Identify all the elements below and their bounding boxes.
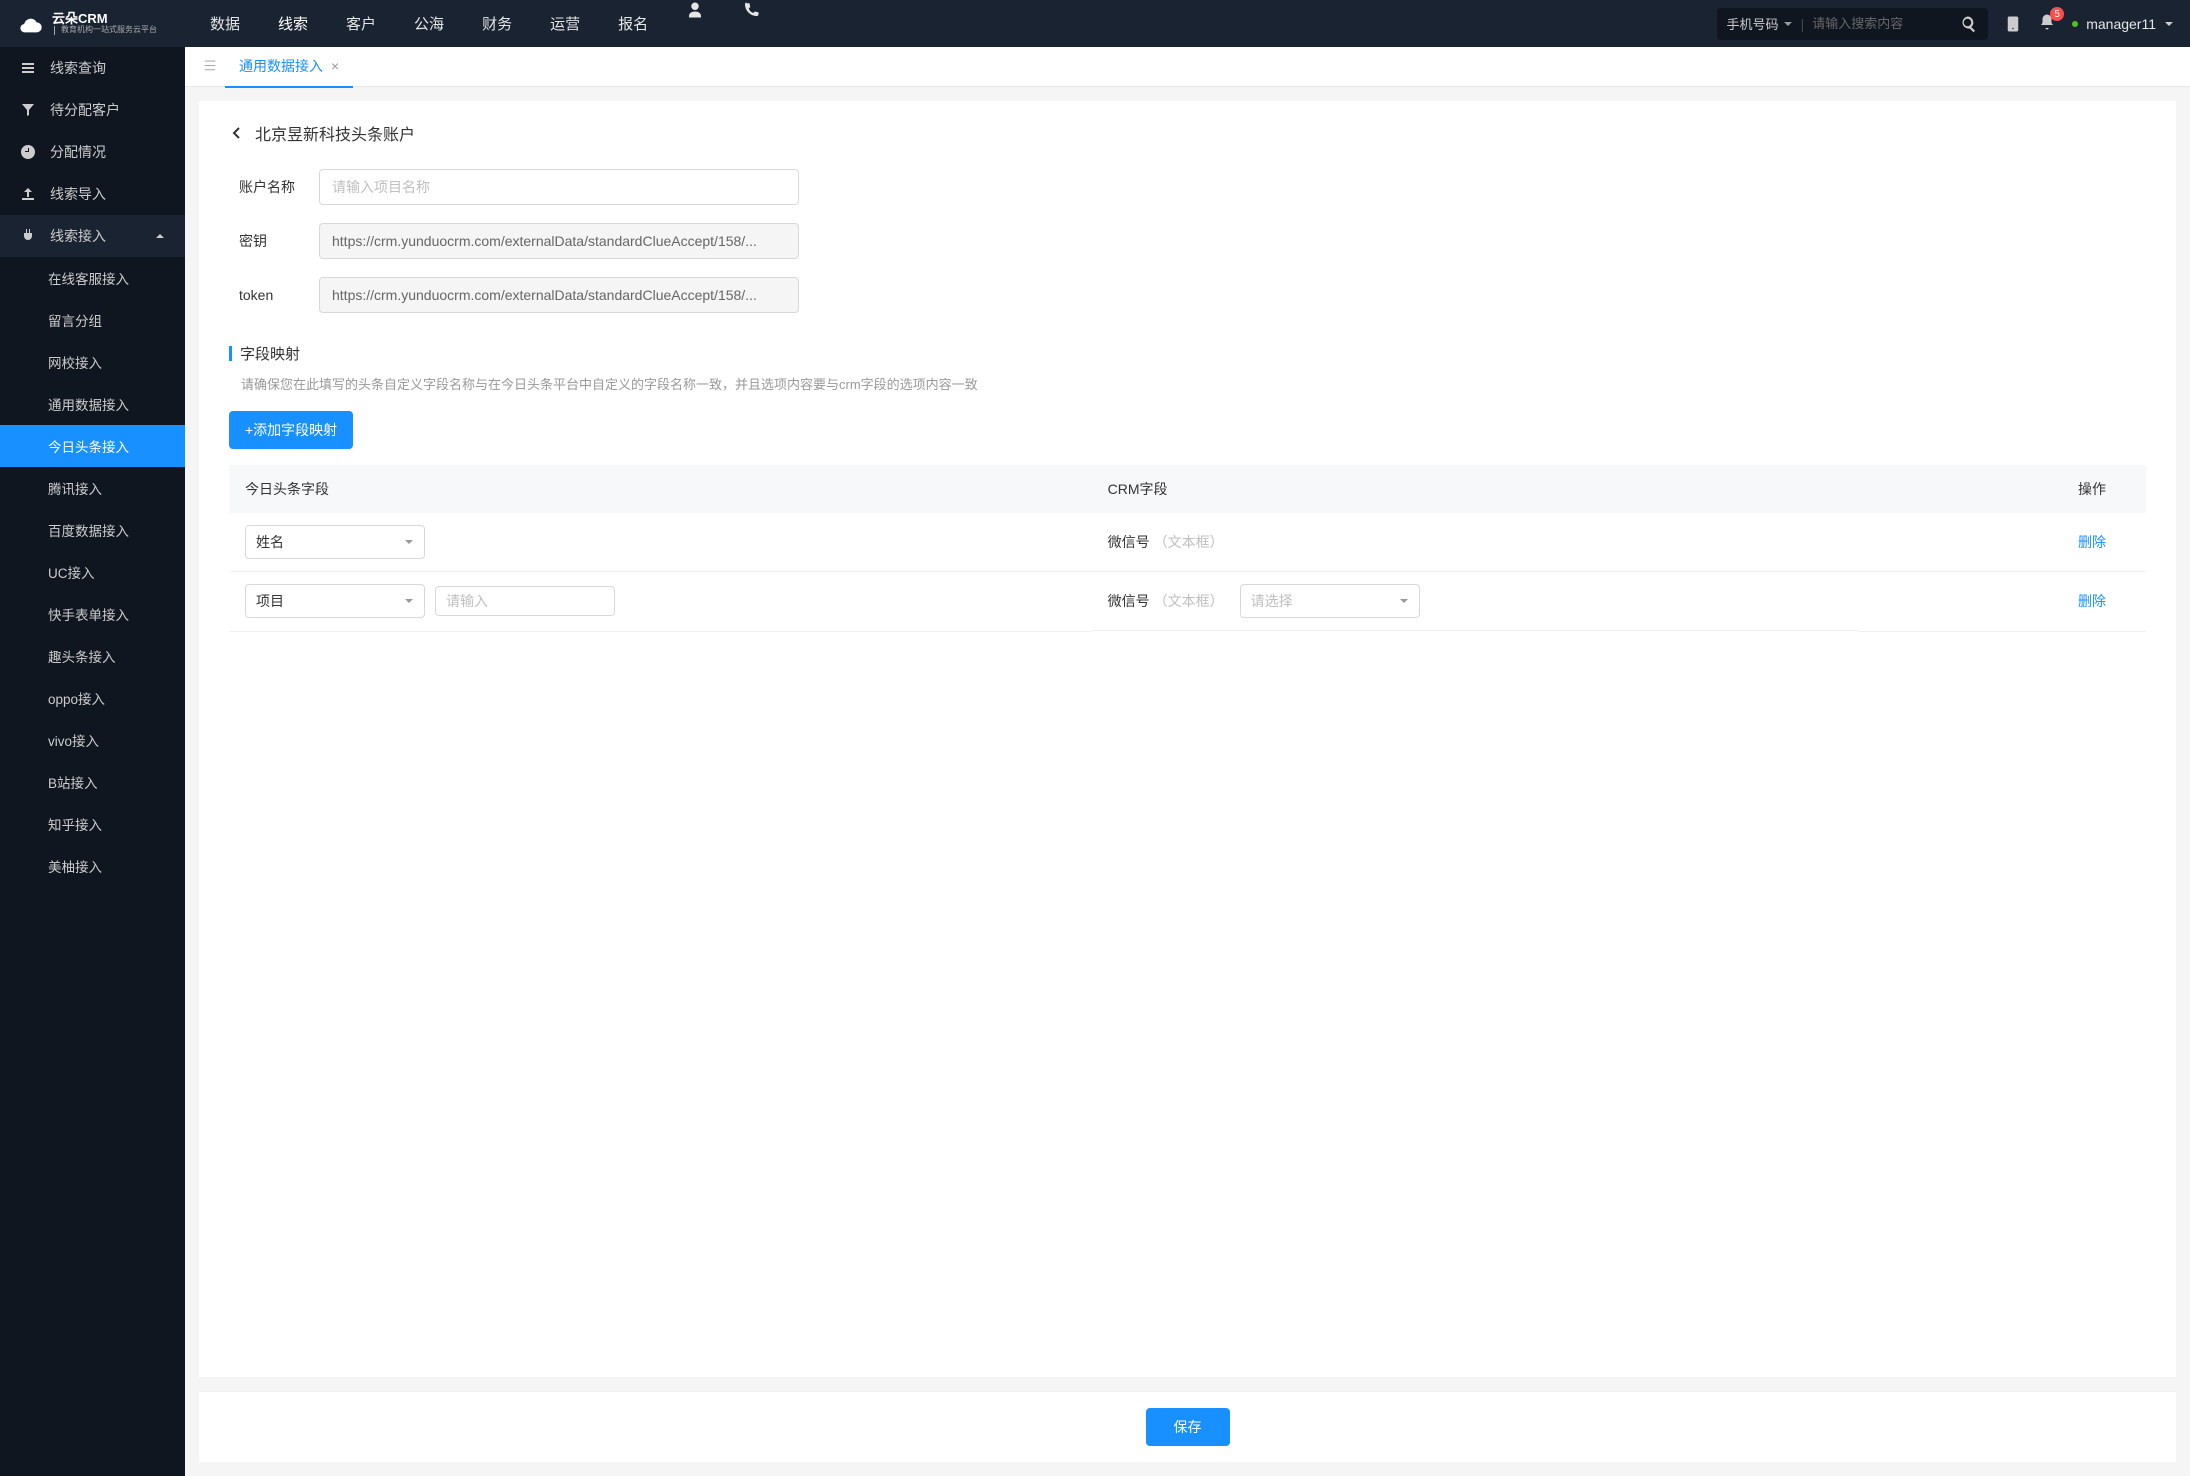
nav-data[interactable]: 数据: [210, 1, 240, 46]
sidebar-item-sub[interactable]: oppo接入: [0, 677, 185, 719]
main-area: 通用数据接入 × 北京昱新科技头条账户 账户名称 密钥 to: [185, 47, 2190, 1476]
clock-icon: [20, 144, 36, 160]
filter-icon: [20, 102, 36, 118]
crm-field-display: 微信号（文本框）: [1108, 591, 1224, 611]
field-mapping-table: 今日头条字段 CRM字段 操作 姓名微信号（文本框）删除项目微信号（文本框）请选…: [229, 465, 2146, 632]
delete-row-link[interactable]: 删除: [2078, 593, 2106, 609]
sidebar-item-sub[interactable]: 网校接入: [0, 341, 185, 383]
notification-badge: 5: [2050, 7, 2064, 21]
user-plus-icon[interactable]: [686, 1, 704, 19]
sidebar-item-access[interactable]: 线索接入: [0, 215, 185, 257]
chevron-down-icon: [404, 537, 414, 547]
save-button[interactable]: 保存: [1146, 1408, 1230, 1446]
collapse-toggle[interactable]: [195, 50, 225, 83]
cloud-logo-icon: [16, 14, 44, 34]
nav-clue[interactable]: 线索: [278, 1, 308, 46]
chevron-up-icon: [155, 231, 165, 241]
search-input[interactable]: [1812, 16, 1952, 31]
crm-field-select[interactable]: 请选择: [1240, 584, 1420, 618]
section-bar: [229, 346, 232, 361]
add-field-mapping-button[interactable]: +添加字段映射: [229, 411, 353, 449]
sidebar-item-sub[interactable]: UC接入: [0, 551, 185, 593]
menu-icon: [203, 58, 217, 72]
search-type-select[interactable]: 手机号码: [1727, 14, 1793, 33]
mobile-icon[interactable]: [2004, 15, 2022, 33]
user-name: manager11: [2086, 16, 2156, 32]
sidebar-item-sub[interactable]: 留言分组: [0, 299, 185, 341]
th-action: 操作: [1858, 465, 2146, 513]
th-crm: CRM字段: [1092, 465, 1859, 513]
sidebar-item-sub[interactable]: 趣头条接入: [0, 635, 185, 677]
chevron-down-icon: [404, 596, 414, 606]
toutiao-field-select[interactable]: 项目: [245, 584, 425, 618]
page-title: 北京昱新科技头条账户: [229, 121, 2146, 145]
nav-customer[interactable]: 客户: [346, 1, 376, 46]
sidebar-item-import[interactable]: 线索导入: [0, 173, 185, 215]
content-panel: 北京昱新科技头条账户 账户名称 密钥 token 字段映射: [199, 101, 2176, 1377]
user-menu[interactable]: manager11: [2072, 16, 2174, 32]
list-icon: [20, 60, 36, 76]
status-dot: [2072, 21, 2078, 27]
name-label: 账户名称: [239, 177, 299, 197]
token-input: [319, 277, 799, 313]
nav-public[interactable]: 公海: [414, 1, 444, 46]
section-header: 字段映射: [229, 343, 2146, 364]
sidebar-item-sub[interactable]: 百度数据接入: [0, 509, 185, 551]
crm-field-display: 微信号（文本框）: [1108, 532, 1843, 552]
chevron-down-icon: [2164, 19, 2174, 29]
delete-row-link[interactable]: 删除: [2078, 534, 2106, 550]
token-label: token: [239, 287, 299, 303]
logo-area: 云朵CRM 教育机构一站式服务云平台: [16, 12, 186, 35]
toutiao-field-select[interactable]: 姓名: [245, 525, 425, 559]
sidebar-item-sub[interactable]: 快手表单接入: [0, 593, 185, 635]
form-row-name: 账户名称: [239, 169, 2146, 205]
table-row: 项目 微信号（文本框） 请选择 删除: [229, 572, 2146, 632]
sidebar-item-sub[interactable]: B站接入: [0, 761, 185, 803]
account-name-input[interactable]: [319, 169, 799, 205]
close-icon[interactable]: ×: [331, 58, 339, 74]
section-desc: 请确保您在此填写的头条自定义字段名称与在今日头条平台中自定义的字段名称一致，并且…: [241, 374, 2146, 393]
chevron-down-icon: [1783, 19, 1793, 29]
sidebar-item-sub[interactable]: vivo接入: [0, 719, 185, 761]
key-label: 密钥: [239, 231, 299, 251]
sidebar-item-sub[interactable]: 在线客服接入: [0, 257, 185, 299]
key-input: [319, 223, 799, 259]
tabs-bar: 通用数据接入 ×: [185, 47, 2190, 87]
sidebar-item-pending[interactable]: 待分配客户: [0, 89, 185, 131]
search-box: 手机号码 |: [1717, 8, 1989, 40]
sidebar-item-sub[interactable]: 今日头条接入: [0, 425, 185, 467]
footer-bar: 保存: [199, 1391, 2176, 1462]
sidebar-item-distribution[interactable]: 分配情况: [0, 131, 185, 173]
nav-finance[interactable]: 财务: [482, 1, 512, 46]
tab-general-access[interactable]: 通用数据接入 ×: [225, 47, 353, 88]
sidebar-item-sub[interactable]: 美柚接入: [0, 845, 185, 887]
nav-signup[interactable]: 报名: [618, 1, 648, 46]
sidebar-item-clue-search[interactable]: 线索查询: [0, 47, 185, 89]
app-header: 云朵CRM 教育机构一站式服务云平台 数据 线索 客户 公海 财务 运营 报名 …: [0, 0, 2190, 47]
search-icon[interactable]: [1960, 15, 1978, 33]
form-row-key: 密钥: [239, 223, 2146, 259]
phone-icon[interactable]: [742, 1, 760, 19]
sidebar-item-sub[interactable]: 通用数据接入: [0, 383, 185, 425]
back-arrow-icon[interactable]: [229, 125, 245, 141]
sidebar: 线索查询 待分配客户 分配情况 线索导入 线索接入 在线客服接入留言分组网校接入…: [0, 47, 185, 1476]
plug-icon: [20, 228, 36, 244]
sidebar-item-sub[interactable]: 腾讯接入: [0, 467, 185, 509]
upload-icon: [20, 186, 36, 202]
form-row-token: token: [239, 277, 2146, 313]
table-row: 姓名 微信号（文本框） 删除: [229, 513, 2146, 572]
brand-tagline: 教育机构一站式服务云平台: [54, 26, 157, 35]
top-nav: 数据 线索 客户 公海 财务 运营 报名: [210, 1, 1717, 46]
nav-operation[interactable]: 运营: [550, 1, 580, 46]
sidebar-item-sub[interactable]: 知乎接入: [0, 803, 185, 845]
chevron-down-icon: [1399, 596, 1409, 606]
notifications-button[interactable]: 5: [2038, 13, 2056, 34]
th-toutiao: 今日头条字段: [229, 465, 1092, 513]
toutiao-extra-input[interactable]: [435, 586, 615, 616]
